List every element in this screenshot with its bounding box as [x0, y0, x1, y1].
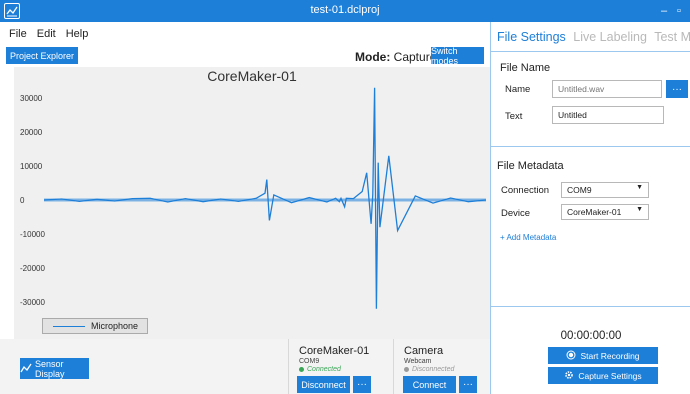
section-divider: [491, 146, 690, 147]
device-more-button[interactable]: ···: [459, 376, 477, 393]
legend-label-microphone: Microphone: [91, 321, 139, 331]
disconnect-button[interactable]: Disconnect: [297, 376, 350, 393]
y-tick-label: 0: [20, 196, 25, 205]
capture-settings-label: Capture Settings: [578, 370, 642, 381]
file-name-title: File Name: [500, 62, 551, 74]
y-tick-label: -30000: [20, 298, 45, 307]
device-port: COM9: [299, 358, 320, 365]
chevron-down-icon: ▼: [636, 184, 643, 191]
right-tabs: File Settings Live Labeling Test Model: [497, 30, 690, 44]
y-tick-label: -10000: [20, 230, 45, 239]
text-label: Text: [505, 111, 523, 122]
device-card-coremaker: CoreMaker-01 COM9 Connected Disconnect ·…: [288, 339, 388, 394]
chart-legend: Microphone: [42, 318, 148, 334]
sensor-icon: [20, 363, 32, 375]
device-status: Connected: [299, 366, 341, 373]
connection-select[interactable]: COM9 ▼: [561, 182, 649, 198]
device-name: Camera: [404, 345, 444, 357]
sensor-chart: 30000 20000 10000 0 -10000 -20000 -30000: [20, 87, 487, 309]
add-metadata-link[interactable]: + Add Metadata: [500, 233, 556, 242]
tab-test-model[interactable]: Test Model: [654, 30, 690, 44]
text-input[interactable]: Untitled: [552, 106, 664, 124]
device-more-button[interactable]: ···: [353, 376, 371, 393]
series-noise-band: [44, 198, 486, 202]
status-dot-icon: [299, 366, 304, 372]
device-label: Device: [501, 208, 531, 219]
y-tick-label: 30000: [20, 94, 43, 103]
connect-button[interactable]: Connect: [403, 376, 456, 393]
device-select[interactable]: CoreMaker-01 ▼: [561, 204, 649, 220]
tabs-divider: [491, 51, 690, 52]
sensor-display-button[interactable]: Sensor Display: [20, 358, 89, 379]
y-tick-label: 20000: [20, 128, 43, 137]
browse-button[interactable]: ···: [666, 80, 688, 98]
device-card-camera: Camera Webcam Disconnected Connect ···: [393, 339, 490, 394]
right-panel: File Settings Live Labeling Test Model F…: [490, 22, 690, 394]
device-status: Disconnected: [404, 366, 454, 373]
status-dot-icon: [404, 366, 409, 372]
chevron-down-icon: ▼: [636, 206, 643, 213]
series-line-microphone: [43, 87, 487, 309]
y-tick-label: 10000: [20, 162, 43, 171]
gear-icon: [564, 370, 574, 382]
name-input[interactable]: [552, 80, 662, 98]
minimize-button[interactable]: –: [658, 3, 670, 19]
recording-divider: [491, 306, 690, 307]
start-recording-label: Start Recording: [580, 350, 640, 361]
sensor-display-label: Sensor Display: [35, 358, 65, 379]
tab-live-labeling[interactable]: Live Labeling: [573, 30, 647, 44]
record-icon: [566, 350, 576, 362]
name-label: Name: [505, 84, 531, 95]
file-metadata-title: File Metadata: [497, 160, 564, 172]
device-port: Webcam: [404, 358, 432, 365]
legend-swatch-microphone: [53, 325, 85, 327]
device-name: CoreMaker-01: [299, 345, 370, 357]
recording-timer: 00:00:00:00: [560, 330, 622, 342]
y-tick-label: -20000: [20, 264, 45, 273]
maximize-button[interactable]: ▫: [673, 3, 685, 19]
capture-settings-button[interactable]: Capture Settings: [548, 367, 658, 384]
start-recording-button[interactable]: Start Recording: [548, 347, 658, 364]
connection-label: Connection: [501, 185, 550, 196]
tab-file-settings[interactable]: File Settings: [497, 30, 566, 44]
